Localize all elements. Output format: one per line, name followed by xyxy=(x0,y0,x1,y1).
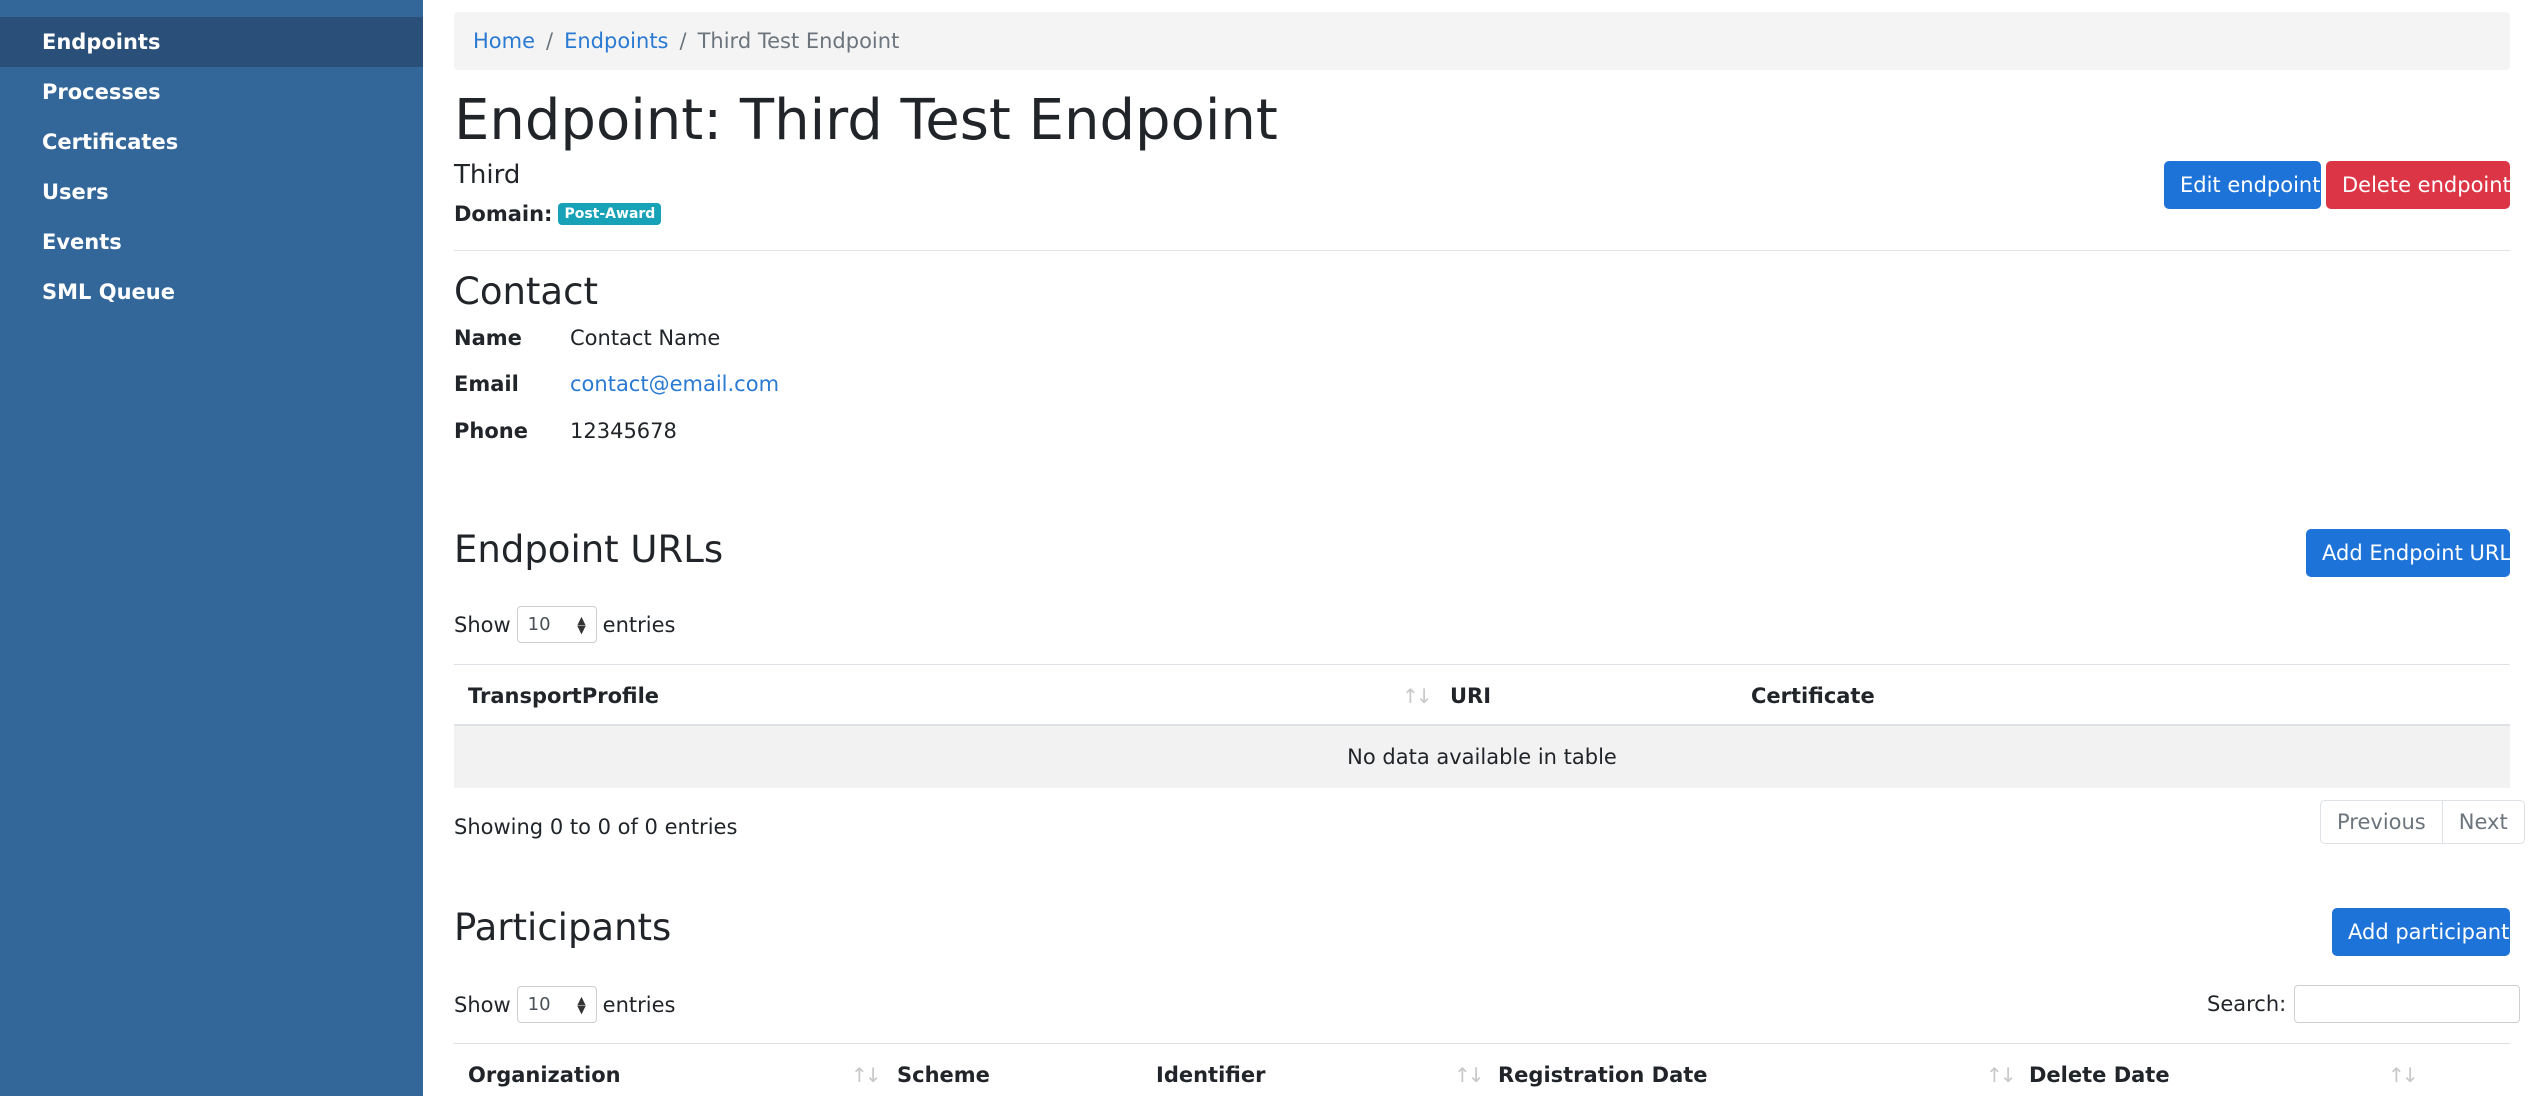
endpoint-urls-length-control: Show 10 ▲ ▼ entries xyxy=(454,606,675,643)
column-header-organization[interactable]: Organization xyxy=(468,1044,621,1096)
sort-icon: ↑↓ xyxy=(2388,1063,2418,1087)
sort-icon: ↑↓ xyxy=(1986,1063,2016,1087)
domain-badge: Post-Award xyxy=(558,203,662,225)
sidebar-item-events[interactable]: Events xyxy=(0,217,423,267)
sort-icon: ↑↓ xyxy=(1454,1063,1484,1087)
show-label: Show xyxy=(454,612,511,637)
sidebar-nav: Endpoints Processes Certificates Users E… xyxy=(0,0,423,317)
page-size-value: 10 xyxy=(527,994,551,1015)
breadcrumb-endpoints-link[interactable]: Endpoints xyxy=(564,29,668,53)
sidebar-item-sml-queue[interactable]: SML Queue xyxy=(0,267,423,317)
divider xyxy=(454,250,2510,251)
endpoint-short-name: Third xyxy=(454,160,521,190)
contact-name-label: Name xyxy=(454,326,522,350)
entries-label: entries xyxy=(602,992,676,1017)
contact-email-link[interactable]: contact@email.com xyxy=(570,372,779,396)
column-header-scheme: Scheme xyxy=(897,1063,990,1087)
endpoint-urls-page-size-select[interactable]: 10 ▲ ▼ xyxy=(516,606,597,643)
delete-endpoint-button[interactable]: Delete endpoint xyxy=(2326,161,2511,209)
select-arrows-icon: ▲ ▼ xyxy=(577,993,586,1016)
participants-length-control: Show 10 ▲ ▼ entries xyxy=(454,986,675,1023)
add-participant-button[interactable]: Add participant xyxy=(2332,908,2510,956)
domain-row: Domain: Post-Award xyxy=(454,202,662,226)
column-header-identifier[interactable]: Identifier xyxy=(1156,1044,1265,1096)
page-size-value: 10 xyxy=(527,614,551,635)
contact-name-value: Contact Name xyxy=(570,326,721,350)
table-empty-row: No data available in table xyxy=(454,726,2510,788)
endpoint-urls-section-title: Endpoint URLs xyxy=(454,528,724,571)
breadcrumb: Home / Endpoints / Third Test Endpoint xyxy=(454,12,2510,70)
sort-icon: ↑↓ xyxy=(1402,684,1432,708)
contact-section-title: Contact xyxy=(454,270,598,313)
next-page-button[interactable]: Next xyxy=(2441,801,2524,843)
add-endpoint-url-button[interactable]: Add Endpoint URL xyxy=(2306,529,2511,577)
search-input[interactable] xyxy=(2294,985,2521,1023)
breadcrumb-separator: / xyxy=(546,29,554,53)
endpoint-urls-pagination: Previous Next xyxy=(2320,800,2525,844)
participants-table-header: Organization ↑↓ Scheme Identifier ↑↓ Reg… xyxy=(454,1043,2510,1096)
entries-label: entries xyxy=(602,612,676,637)
column-header-delete-date[interactable]: Delete Date xyxy=(2029,1044,2170,1096)
column-header-certificate: Certificate xyxy=(1751,684,1875,708)
previous-page-button[interactable]: Previous xyxy=(2321,801,2442,843)
edit-endpoint-button[interactable]: Edit endpoint xyxy=(2164,161,2321,209)
search-label: Search: xyxy=(2207,992,2287,1016)
contact-phone-label: Phone xyxy=(454,419,528,443)
show-label: Show xyxy=(454,992,511,1017)
breadcrumb-separator: / xyxy=(679,29,687,53)
select-arrows-icon: ▲ ▼ xyxy=(577,613,586,636)
domain-label: Domain: xyxy=(454,202,553,226)
participants-section-title: Participants xyxy=(454,906,672,949)
column-header-registration-date[interactable]: Registration Date xyxy=(1498,1044,1708,1096)
participants-page-size-select[interactable]: 10 ▲ ▼ xyxy=(516,986,597,1023)
endpoint-urls-table-info: Showing 0 to 0 of 0 entries xyxy=(454,815,738,839)
main-content: Home / Endpoints / Third Test Endpoint Endpo… xyxy=(454,0,2525,1096)
endpoint-urls-table-header: TransportProfile ↑↓ URI Certificate xyxy=(454,664,2510,726)
participants-search: Search: xyxy=(2207,985,2521,1023)
sidebar-item-endpoints[interactable]: Endpoints xyxy=(0,17,423,67)
breadcrumb-current: Third Test Endpoint xyxy=(697,29,900,53)
breadcrumb-home-link[interactable]: Home xyxy=(473,29,535,53)
contact-email-label: Email xyxy=(454,372,519,396)
column-header-uri: URI xyxy=(1450,684,1492,708)
sort-icon: ↑↓ xyxy=(851,1063,881,1087)
sidebar-item-users[interactable]: Users xyxy=(0,167,423,217)
page-title: Endpoint: Third Test Endpoint xyxy=(454,88,1278,153)
sidebar-item-processes[interactable]: Processes xyxy=(0,67,423,117)
sidebar: Endpoints Processes Certificates Users E… xyxy=(0,0,423,1096)
contact-phone-value: 12345678 xyxy=(570,419,677,443)
column-header-transport-profile[interactable]: TransportProfile xyxy=(468,665,659,727)
sidebar-item-certificates[interactable]: Certificates xyxy=(0,117,423,167)
